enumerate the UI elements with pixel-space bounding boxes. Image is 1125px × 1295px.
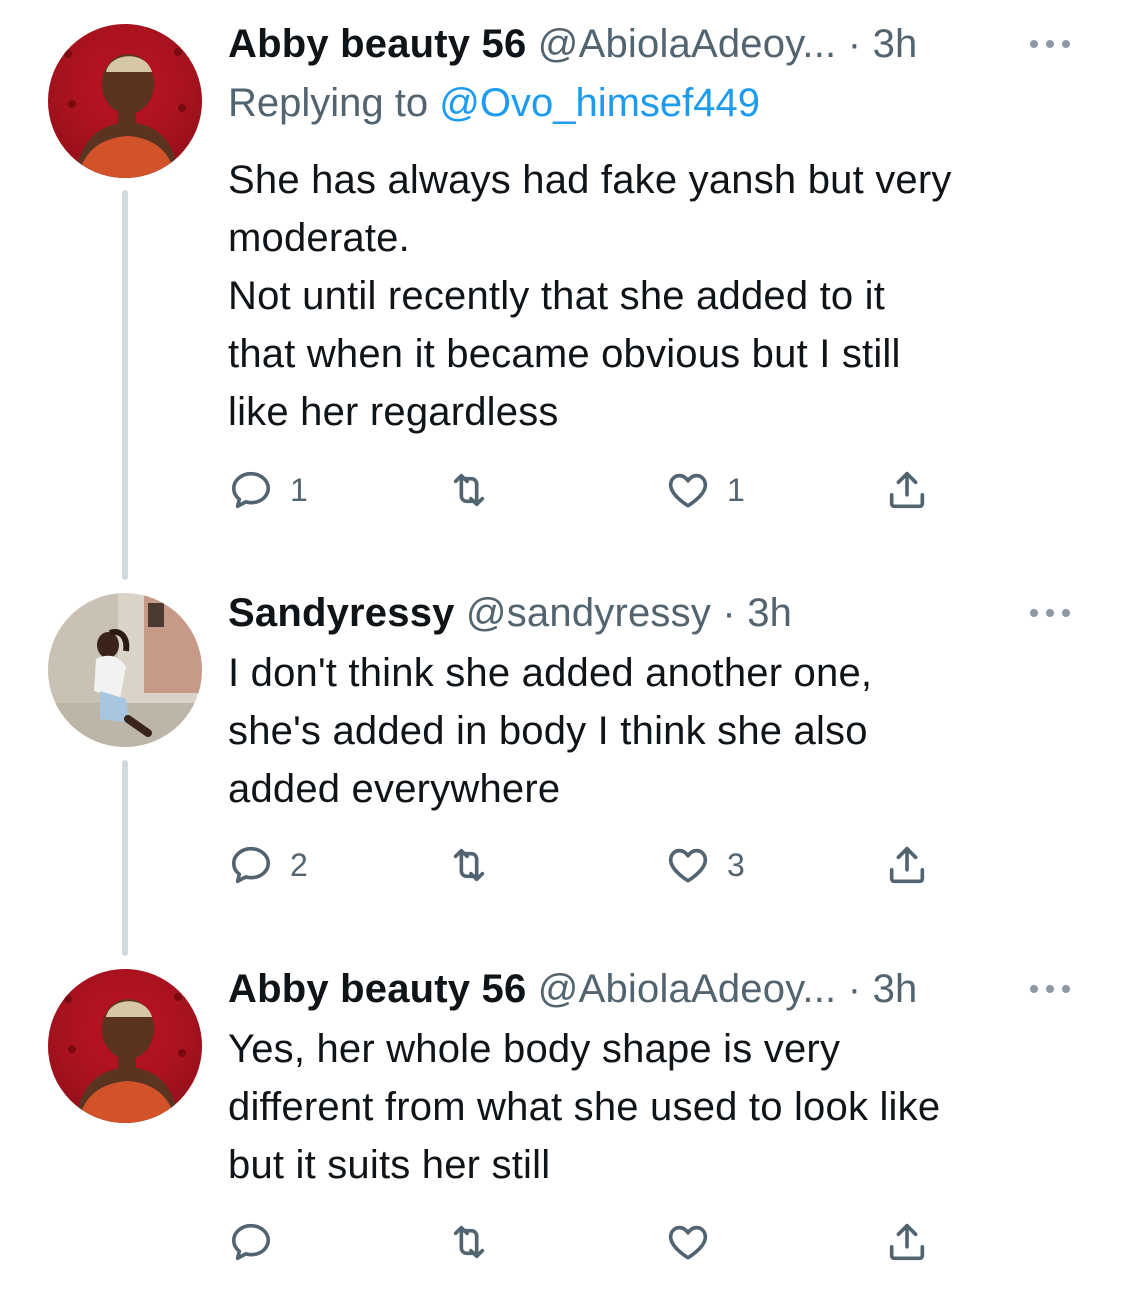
separator-dot: · [847, 967, 862, 1011]
reply-icon [228, 467, 274, 513]
username[interactable]: @AbiolaAdeoy... [538, 22, 837, 66]
share-button[interactable] [884, 465, 930, 515]
like-count: 3 [727, 846, 745, 883]
mention-link[interactable]: @Ovo_himsef449 [439, 81, 760, 125]
avatar[interactable] [48, 969, 202, 1123]
reply-count: 1 [290, 471, 308, 508]
heart-icon [665, 467, 711, 513]
thread-line [122, 760, 128, 956]
tweet-actions: 1 1 [228, 465, 948, 515]
tweet-header: Abby beauty 56 @AbiolaAdeoy... · 3h [228, 964, 917, 1014]
display-name[interactable]: Sandyressy [228, 591, 455, 635]
heart-icon [665, 842, 711, 888]
username[interactable]: @AbiolaAdeoy... [538, 967, 837, 1011]
reply-icon [228, 1219, 274, 1265]
retweet-button[interactable] [446, 840, 508, 890]
share-icon [884, 467, 930, 513]
retweet-icon [446, 842, 492, 888]
more-icon[interactable] [1026, 603, 1074, 623]
like-button[interactable]: 1 [665, 465, 745, 515]
reply-icon [228, 842, 274, 888]
reply-button[interactable]: 2 [228, 840, 308, 890]
retweet-icon [446, 467, 492, 513]
tweet-actions [228, 1217, 948, 1267]
reply-count: 2 [290, 846, 308, 883]
separator-dot: · [722, 591, 736, 635]
share-icon [884, 842, 930, 888]
retweet-button[interactable] [446, 1217, 508, 1267]
separator-dot: · [847, 22, 862, 66]
retweet-icon [446, 1219, 492, 1265]
thread-line [122, 190, 128, 580]
display-name[interactable]: Abby beauty 56 [228, 22, 526, 66]
reply-button[interactable] [228, 1217, 290, 1267]
like-count: 1 [727, 471, 745, 508]
tweet-text: She has always had fake yansh but very m… [228, 158, 952, 434]
replying-to: Replying to @Ovo_himsef449 [228, 78, 760, 128]
tweet-actions: 2 3 [228, 840, 948, 890]
display-name[interactable]: Abby beauty 56 [228, 967, 526, 1011]
retweet-button[interactable] [446, 465, 508, 515]
share-icon [884, 1219, 930, 1265]
share-button[interactable] [884, 1217, 930, 1267]
heart-icon [665, 1219, 711, 1265]
username[interactable]: @sandyressy [466, 591, 711, 635]
timestamp[interactable]: 3h [873, 967, 918, 1011]
more-icon[interactable] [1026, 34, 1074, 54]
tweet-text: Yes, her whole body shape is very differ… [228, 1027, 941, 1187]
share-button[interactable] [884, 840, 930, 890]
tweet-header: Abby beauty 56 @AbiolaAdeoy... · 3h [228, 19, 917, 69]
tweet-text: I don't think she added another one, she… [228, 651, 873, 811]
timestamp[interactable]: 3h [747, 591, 792, 635]
like-button[interactable] [665, 1217, 727, 1267]
more-icon[interactable] [1026, 979, 1074, 999]
like-button[interactable]: 3 [665, 840, 745, 890]
replying-to-label: Replying to [228, 81, 440, 125]
avatar[interactable] [48, 24, 202, 178]
timestamp[interactable]: 3h [873, 22, 918, 66]
reply-button[interactable]: 1 [228, 465, 308, 515]
avatar[interactable] [48, 593, 202, 747]
tweet-header: Sandyressy @sandyressy · 3h [228, 588, 792, 638]
